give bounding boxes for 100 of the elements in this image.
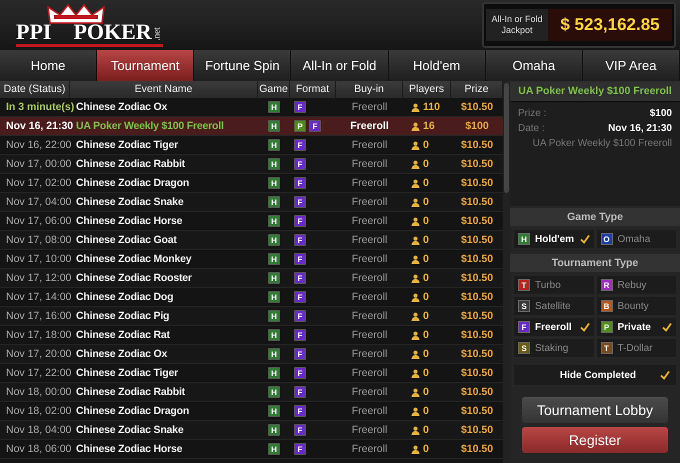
type-badge: P xyxy=(600,321,612,333)
table-cell-text: Chinese Zodiac Dragon xyxy=(75,405,190,417)
filter-option[interactable]: F Freeroll xyxy=(514,318,594,336)
person-icon xyxy=(411,444,420,454)
player-count: 0 xyxy=(423,424,429,436)
table-cell-text: Freeroll xyxy=(350,329,388,341)
game-badge: H xyxy=(268,348,280,360)
table-row[interactable]: Nov 17, 12:00 Chinese Zodiac Rooster H F Freeroll 0 $10.50 xyxy=(0,269,503,288)
table-cell-text: Chinese Zodiac Goat xyxy=(75,234,178,246)
filter-option[interactable]: H Hold'em xyxy=(514,230,594,248)
lobby-button[interactable]: Tournament Lobby xyxy=(522,397,668,423)
filter-option[interactable]: S Staking xyxy=(514,339,594,357)
table-cell-text: Freeroll xyxy=(350,215,388,227)
nav-tab[interactable]: Omaha xyxy=(486,50,583,81)
filter-option[interactable]: T Turbo xyxy=(514,276,594,294)
filter-option[interactable]: B Bounty xyxy=(596,297,676,315)
game-badge: H xyxy=(268,215,280,227)
column-header[interactable]: Game xyxy=(258,81,290,98)
table-cell-text: Chinese Zodiac Rabbit xyxy=(75,158,186,170)
game-badge: H xyxy=(268,253,280,265)
column-header[interactable]: Players xyxy=(403,81,451,98)
format-badge: F xyxy=(294,386,306,398)
filter-option[interactable]: S Satellite xyxy=(514,297,594,315)
date-value: Nov 16, 21:30 xyxy=(608,123,672,134)
hide-completed-toggle[interactable]: Hide Completed xyxy=(514,365,676,385)
nav-tab[interactable]: Fortune Spin xyxy=(194,50,292,81)
date-label: Date : xyxy=(518,123,545,134)
logo-text: PPI xyxy=(16,21,52,43)
table-cell-text: Nov 17, 12:00 xyxy=(5,272,70,284)
table-row[interactable]: Nov 16, 21:30 UA Poker Weekly $100 Freeroll H P F Freeroll 16 $100 xyxy=(0,117,503,136)
table-cell-text: Freeroll xyxy=(349,120,390,132)
person-icon xyxy=(411,236,420,244)
table-cell-text: Freeroll xyxy=(350,234,388,246)
nav-tab[interactable]: Hold'em xyxy=(388,50,486,81)
table-cell-text: Nov 17, 10:00 xyxy=(5,253,70,265)
format-badge: F xyxy=(294,405,306,417)
filter-option[interactable]: O Omaha xyxy=(596,230,676,248)
type-badge: B xyxy=(600,300,612,312)
table-row[interactable]: Nov 18, 00:00 Chinese Zodiac Rabbit H F Freeroll 0 $10.50 xyxy=(0,383,503,402)
nav-tab[interactable]: VIP Area xyxy=(582,50,680,81)
table-cell-text: Freeroll xyxy=(350,101,388,113)
player-count: 0 xyxy=(423,386,429,398)
table-row[interactable]: Nov 17, 20:00 Chinese Zodiac Ox H F Freeroll 0 $10.50 xyxy=(0,345,503,364)
person-icon xyxy=(411,122,420,130)
format-badge: F xyxy=(294,139,306,151)
table-cell-text: Freeroll xyxy=(350,443,388,455)
table-cell-text: $10.50 xyxy=(460,158,494,170)
format-badge: F xyxy=(294,329,306,341)
table-cell-text: $10.50 xyxy=(460,329,494,341)
table-cell-text: Chinese Zodiac Monkey xyxy=(75,253,192,265)
table-cell-text: $10.50 xyxy=(460,272,494,284)
table-row[interactable]: Nov 18, 04:00 Chinese Zodiac Snake H F Freeroll 0 $10.50 xyxy=(0,421,503,440)
person-icon xyxy=(411,274,420,282)
nav-tab[interactable]: Tournament xyxy=(97,50,194,81)
player-count: 0 xyxy=(423,272,429,284)
scrollbar-thumb[interactable] xyxy=(504,83,509,193)
jackpot-label: All-In or Fold Jackpot xyxy=(486,9,548,41)
format-badge: F xyxy=(294,158,306,170)
person-icon xyxy=(411,388,420,396)
table-cell-text: Freeroll xyxy=(350,139,388,151)
nav-tab[interactable]: Home xyxy=(0,50,98,81)
type-badge: T xyxy=(600,342,612,354)
table-cell-text: Nov 17, 08:00 xyxy=(5,234,70,246)
table-row[interactable]: Nov 17, 08:00 Chinese Zodiac Goat H F Freeroll 0 $10.50 xyxy=(0,231,503,250)
register-button[interactable]: Register xyxy=(522,427,668,453)
person-icon xyxy=(411,350,420,358)
table-cell-text: Nov 17, 20:00 xyxy=(5,348,70,360)
player-count: 0 xyxy=(423,405,429,417)
format-badge: F xyxy=(294,215,306,227)
player-count: 0 xyxy=(423,177,429,189)
table-cell-text: Nov 17, 18:00 xyxy=(5,329,70,341)
table-cell-text: $10.50 xyxy=(460,215,494,227)
player-count: 0 xyxy=(423,215,429,227)
person-icon xyxy=(411,368,420,378)
table-cell-text: Chinese Zodiac Dog xyxy=(75,291,174,303)
type-badge: S xyxy=(518,342,530,354)
table-cell-text: Freeroll xyxy=(350,348,388,360)
filter-option[interactable]: T T-Dollar xyxy=(596,339,676,357)
check-icon xyxy=(660,370,670,380)
table-row[interactable]: Nov 17, 04:00 Chinese Zodiac Snake H F Freeroll 0 $10.50 xyxy=(0,193,503,212)
format-badge: F xyxy=(294,443,306,455)
game-badge: H xyxy=(268,139,280,151)
table-row[interactable]: Nov 17, 00:00 Chinese Zodiac Rabbit H F Freeroll 0 $10.50 xyxy=(0,155,503,174)
table-cell-text: Chinese Zodiac Horse xyxy=(75,443,184,455)
type-badge: R xyxy=(600,279,612,291)
column-header[interactable]: Format xyxy=(290,81,336,98)
table-cell-text: Nov 17, 16:00 xyxy=(5,310,70,322)
column-header[interactable]: Event Name xyxy=(70,81,258,98)
player-count: 110 xyxy=(423,101,440,113)
filter-option[interactable]: R Rebuy xyxy=(596,276,676,294)
game-badge: H xyxy=(268,367,280,379)
player-count: 0 xyxy=(423,158,429,170)
column-header[interactable]: Buy-in xyxy=(336,81,403,98)
nav-tab[interactable]: All-In or Fold xyxy=(291,50,389,81)
filter-option[interactable]: P Private xyxy=(596,318,676,336)
type-badge: F xyxy=(518,321,530,333)
column-header[interactable]: Date (Status) xyxy=(0,81,70,98)
table-row[interactable]: Nov 17, 16:00 Chinese Zodiac Pig H F Freeroll 0 $10.50 xyxy=(0,307,503,326)
person-icon xyxy=(411,160,420,168)
table-row[interactable]: Nov 18, 06:00 Chinese Zodiac Horse H F Freeroll 0 $10.50 xyxy=(0,440,503,459)
